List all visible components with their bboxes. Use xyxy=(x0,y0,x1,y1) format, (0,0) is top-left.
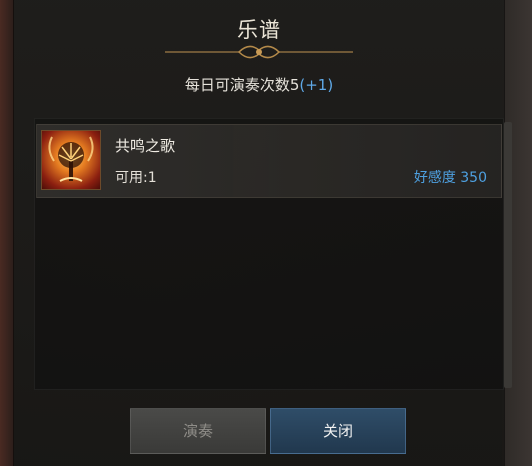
daily-play-count: 每日可演奏次数5(+1) xyxy=(14,74,504,95)
game-scene-background: 乐谱 每日可演奏次数5(+1) 共鸣之歌 可用:1 好感度 350 演奏 关闭 xyxy=(0,0,532,466)
item-name: 共鸣之歌 xyxy=(115,137,176,155)
list-item[interactable]: 共鸣之歌 可用:1 好感度 350 xyxy=(36,124,502,198)
golden-tree-icon xyxy=(41,130,101,190)
background-left-edge xyxy=(0,0,14,466)
item-available-count: 可用:1 xyxy=(115,170,157,186)
play-button[interactable]: 演奏 xyxy=(130,408,266,454)
close-button[interactable]: 关闭 xyxy=(270,408,406,454)
title-ornament-icon xyxy=(165,45,353,59)
sheet-music-dialog: 乐谱 每日可演奏次数5(+1) 共鸣之歌 可用:1 好感度 350 演奏 关闭 xyxy=(14,0,512,466)
list-scrollbar[interactable] xyxy=(504,122,512,388)
daily-play-count-label: 每日可演奏次数5 xyxy=(184,76,300,94)
daily-play-bonus: (+1) xyxy=(299,76,334,94)
item-favor-value: 好感度 350 xyxy=(413,170,487,186)
